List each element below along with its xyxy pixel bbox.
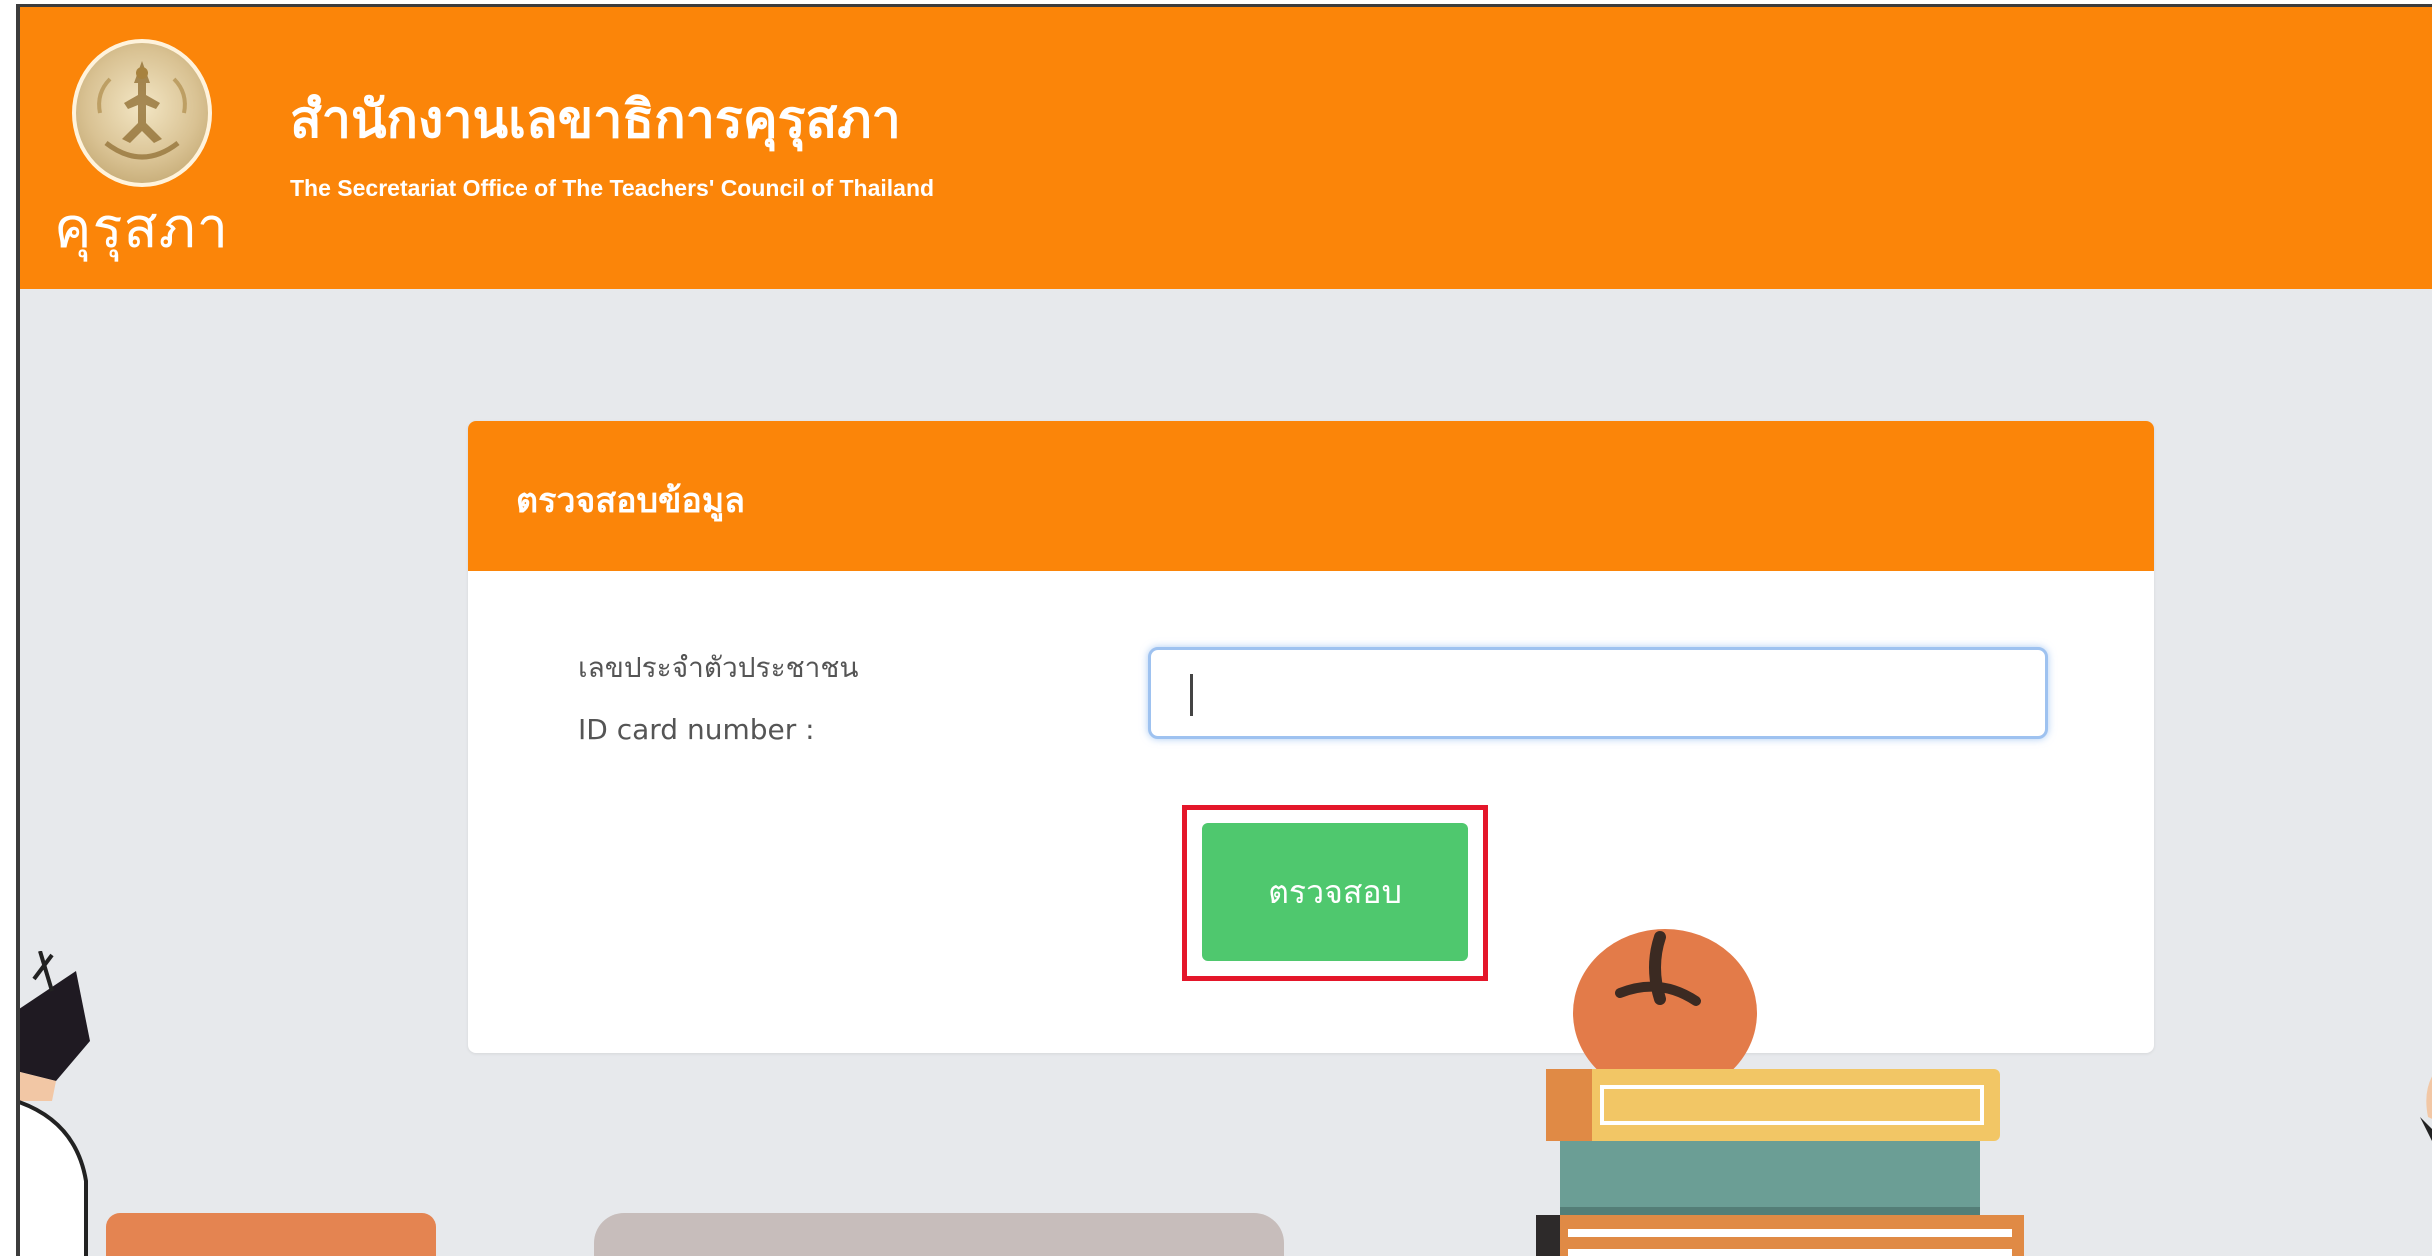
card-header: ตรวจสอบข้อมูล [468, 421, 2154, 571]
org-name-en: The Secretariat Office of The Teachers' … [290, 175, 935, 201]
seal-emblem-icon [72, 39, 212, 187]
character-illustration-icon [2420, 1076, 2432, 1141]
decor-bar-middle [594, 1213, 1284, 1256]
decor-bar-left [106, 1213, 436, 1256]
id-label-en: ID card number : [578, 713, 815, 746]
character-illustration-icon [20, 951, 90, 1256]
logo[interactable]: คุรุสภา [44, 31, 264, 281]
org-name-thai: สำนักงานเลขาธิการคุรุสภา [290, 90, 901, 150]
check-button[interactable]: ตรวจสอบ [1202, 823, 1468, 961]
text-caret [1190, 674, 1193, 716]
book-stack-icon [1536, 929, 2024, 1256]
id-label-thai: เลขประจำตัวประชาชน [578, 651, 859, 684]
screen: คุรุสภา สำนักงานเลขาธิการคุรุสภา The Sec… [16, 4, 2432, 1256]
site-header: คุรุสภา สำนักงานเลขาธิการคุรุสภา The Sec… [20, 7, 2432, 289]
logo-text: คุรุสภา [54, 196, 230, 261]
id-card-input[interactable] [1148, 647, 2048, 739]
id-field-label: เลขประจำตัวประชาชน ID card number : [578, 637, 858, 761]
card-title: ตรวจสอบข้อมูล [516, 481, 746, 521]
